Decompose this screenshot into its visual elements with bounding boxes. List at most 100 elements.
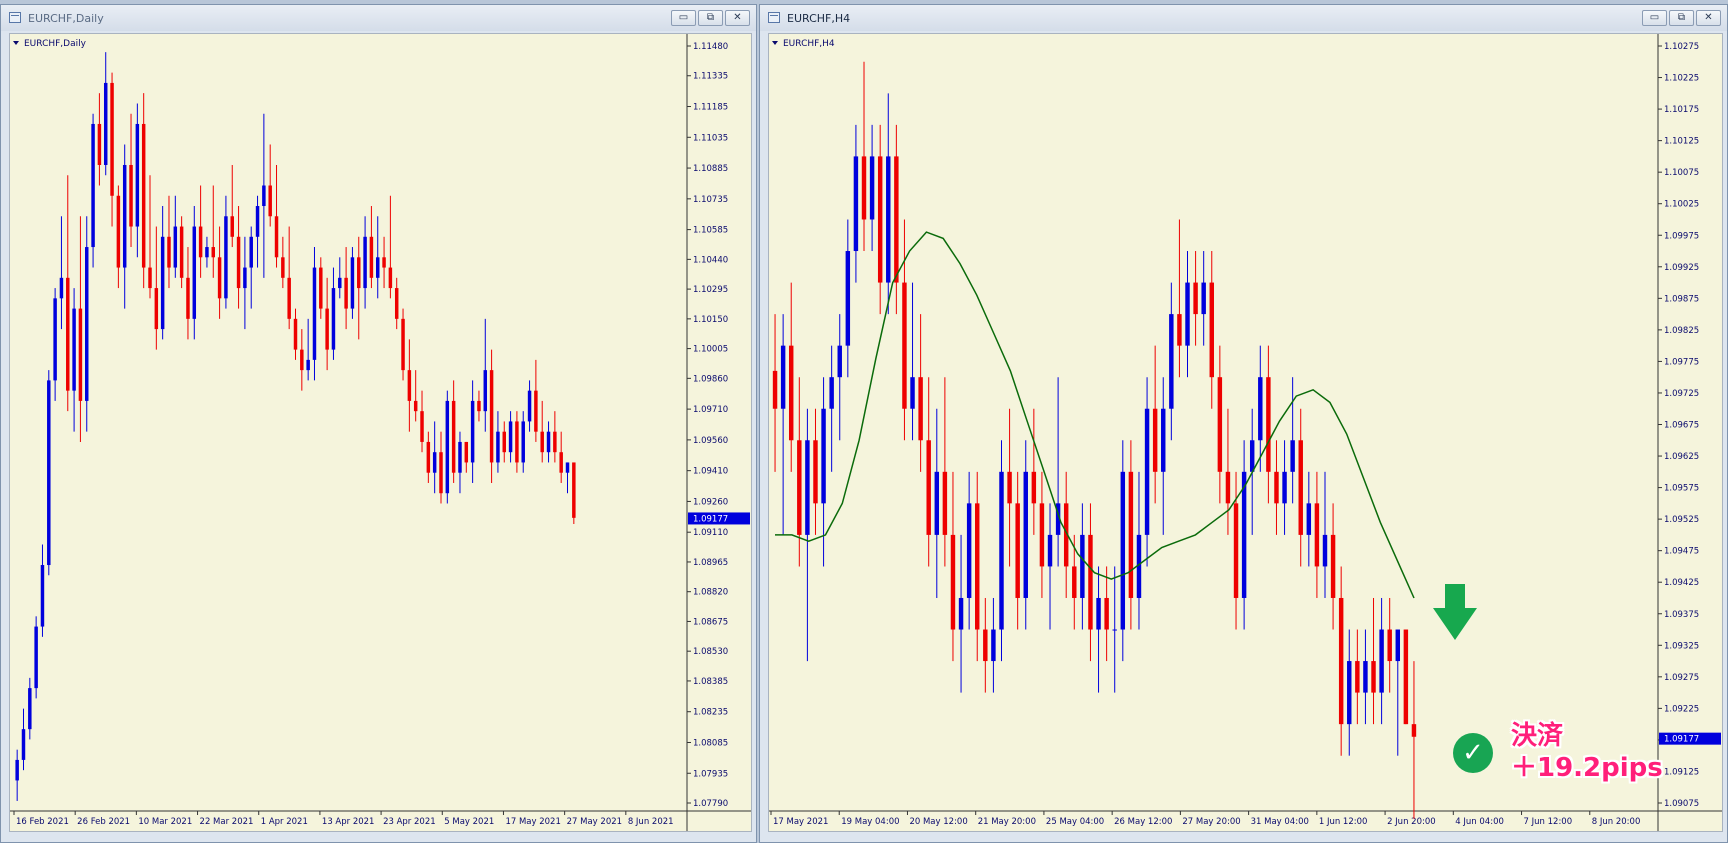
candle-body [72,308,76,391]
candle-body [999,471,1004,630]
candle-body [1282,471,1287,504]
date-tick-label: 25 May 04:00 [1046,817,1104,827]
candle-body [122,164,127,268]
candle-body [369,236,374,278]
candle-body [293,318,298,350]
callout-line1: 決済 [1511,721,1564,751]
candle-body [1007,471,1012,504]
candle-body [1096,597,1101,630]
date-tick-label: 26 May 12:00 [1114,817,1172,827]
price-tick-label: 1.08085 [693,738,728,748]
candle-body [34,626,38,689]
candle-body [1177,314,1182,346]
daily-chart-window[interactable]: EURCHF,Daily ▭ ⧉ ✕ EURCHF,Daily 1.11480 1.… [0,4,757,843]
candle-body [546,431,551,453]
candle-body [540,431,544,453]
candle-body [357,257,361,289]
price-tick-label: 1.09775 [1664,357,1699,367]
candle-body [464,441,469,463]
minimize-button[interactable]: ▭ [671,10,696,26]
candle-body [991,629,996,662]
date-tick-label: 26 Feb 2021 [77,817,130,827]
close-button[interactable]: ✕ [725,10,750,26]
candle-body [141,123,146,268]
candle-body [306,359,310,371]
symbol-label: EURCHF,H4 [783,39,835,49]
price-tick-label: 1.09375 [1664,610,1699,620]
price-tick-label: 1.10075 [1664,168,1699,178]
date-tick-label: 27 May 2021 [567,817,622,827]
date-tick-label: 17 May 2021 [773,817,828,827]
candle-body [59,277,64,299]
candle-body [135,123,140,227]
close-button[interactable]: ✕ [1696,10,1721,26]
price-tick-label: 1.08385 [693,677,728,687]
date-tick-label: 23 Apr 2021 [383,817,436,827]
candle-body [1371,661,1376,693]
date-tick-label: 16 Feb 2021 [16,817,69,827]
candle-body [230,216,234,237]
candle-body [15,759,19,781]
restore-button[interactable]: ⧉ [698,10,723,26]
candle-body [103,82,108,165]
price-tick-label: 1.10885 [693,164,728,174]
price-tick-label: 1.09825 [1664,326,1699,336]
chart-window-icon [768,12,780,23]
price-tick-label: 1.10440 [693,255,728,265]
date-tick-label: 20 May 12:00 [909,817,967,827]
candle-body [1039,503,1045,567]
chart-plot-area[interactable]: EURCHF,Daily 1.11480 1.11335 1.11185 1.11035… [9,33,752,832]
minimize-button[interactable]: ▭ [1642,10,1667,26]
candle-body [439,452,443,494]
candle-body [243,267,247,289]
price-tick-label: 1.10735 [693,195,728,205]
candle-body [394,288,399,319]
date-tick-label: 1 Jun 12:00 [1319,817,1368,827]
candle-body [788,345,794,441]
candle-body [420,411,424,442]
price-tick-label: 1.09525 [1664,515,1699,525]
candle-body [1322,534,1328,567]
restore-button[interactable]: ⧉ [1669,10,1694,26]
candle-body [1330,534,1336,598]
candle-body [1379,629,1384,693]
candle-body [559,452,563,473]
candle-body [1031,471,1037,504]
candle-body [845,251,851,346]
price-tick-label: 1.09860 [693,374,728,384]
candle-body [274,216,279,258]
price-tick-label: 1.11480 [693,42,728,52]
candle-body [1258,377,1263,441]
candle-body [837,345,842,378]
window-titlebar[interactable]: EURCHF,Daily ▭ ⧉ ✕ [1,5,756,31]
h4-chart-window[interactable]: EURCHF,H4 ▭ ⧉ ✕ EURCHF,H4 1.10275 1.10225 1… [759,4,1728,843]
date-tick-label: 8 Jun 2021 [628,817,674,827]
h4-candlestick-chart: EURCHF,H4 1.10275 1.10225 1.10175 1.10125 1.1… [769,34,1722,831]
chart-plot-area[interactable]: EURCHF,H4 1.10275 1.10225 1.10175 1.10125 1.1… [768,33,1723,832]
candle-body [1185,282,1190,346]
candle-body [160,236,165,330]
chart-window-icon [9,12,21,23]
candle-body [1104,597,1109,630]
candle-body [797,440,802,535]
candle-body [894,156,899,283]
candle-body [224,216,228,299]
candle-body [148,267,152,289]
candle-body [1225,471,1231,504]
date-tick-label: 17 May 2021 [505,817,560,827]
price-tick-label: 1.10585 [693,226,728,236]
candle-body [28,688,32,730]
window-titlebar[interactable]: EURCHF,H4 ▭ ⧉ ✕ [760,5,1727,31]
candle-body [869,156,875,220]
candle-body [1209,282,1214,378]
candle-body [983,629,988,662]
candle-body [426,441,431,473]
candle-body [1290,440,1295,472]
candle-body [413,400,418,412]
price-tick-label: 1.10150 [693,315,728,325]
candle-body [805,440,810,535]
candle-body [508,421,513,453]
price-tick-label: 1.11185 [693,103,728,113]
price-tick-label: 1.09560 [693,436,728,446]
candle-body [853,156,859,252]
